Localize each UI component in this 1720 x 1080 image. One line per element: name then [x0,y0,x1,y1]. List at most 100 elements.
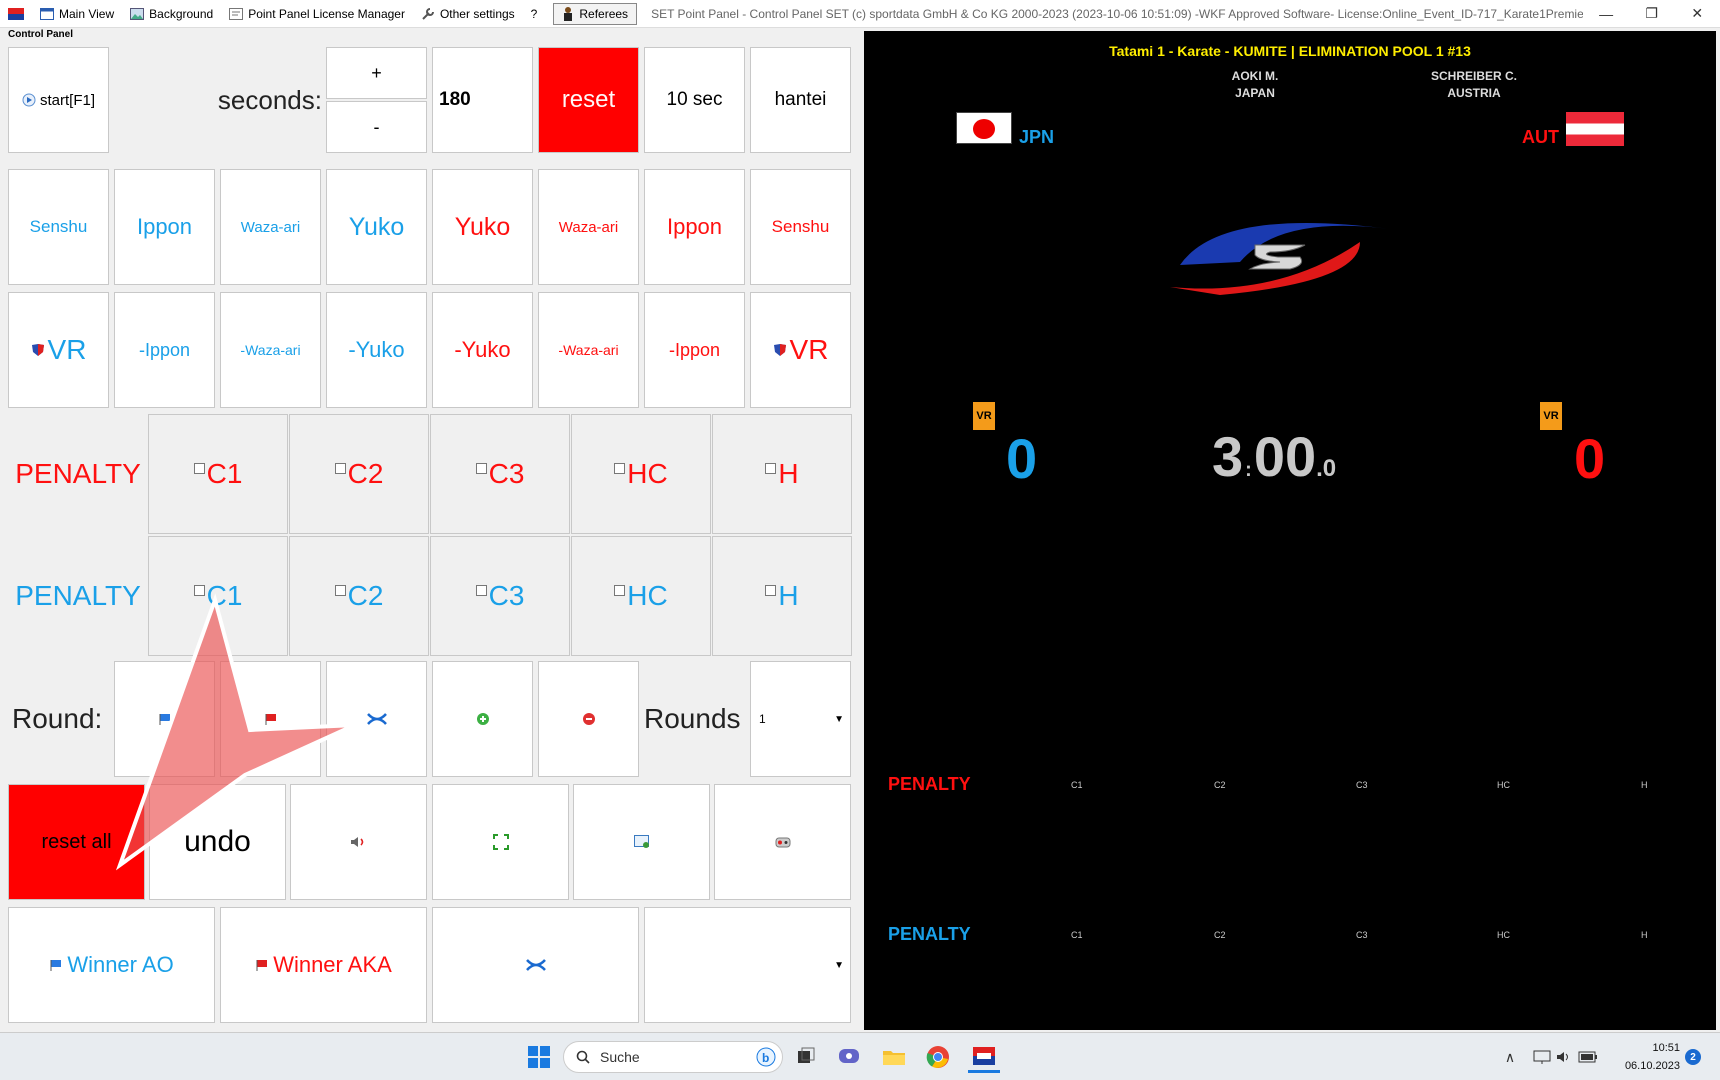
ao-yuko-button[interactable]: Yuko [326,169,427,285]
match-timer: 3 : 00 .0 [1212,424,1336,489]
seconds-minus-button[interactable]: - [326,101,427,153]
aka-senshu-button[interactable]: Senshu [750,169,851,285]
chevron-down-icon: ▼ [834,713,844,725]
timer-minutes: 3 [1212,425,1244,488]
winner-aka-button[interactable]: Winner AKA [220,907,427,1023]
hantei-button[interactable]: hantei [750,47,851,153]
rounds-select[interactable]: 1 ▼ [750,661,851,777]
remote-button[interactable] [714,784,851,900]
tray-overflow-icon[interactable]: ∧ [1500,1045,1520,1069]
aka-minus-yuko-button[interactable]: -Yuko [432,292,533,408]
search-icon [576,1050,590,1064]
ao-penalty-h[interactable]: H [712,536,852,656]
battery-icon[interactable] [1576,1045,1600,1069]
minimize-button[interactable]: — [1583,0,1629,28]
chat-button[interactable] [835,1043,863,1071]
notification-badge[interactable]: 2 [1685,1049,1701,1065]
checkbox[interactable] [475,584,487,596]
seconds-plus-button[interactable]: + [326,47,427,99]
aka-yuko-button[interactable]: Yuko [432,169,533,285]
aka-minus-ippon-button[interactable]: -Ippon [644,292,745,408]
round-add-button[interactable] [432,661,533,777]
menu-other-settings[interactable]: Other settings [413,0,523,28]
ao-ippon-button[interactable]: Ippon [114,169,215,285]
aka-ippon-button[interactable]: Ippon [644,169,745,285]
control-panel: start[F1] seconds: + - 180 reset 10 sec … [0,40,860,1030]
checkbox[interactable] [475,462,487,474]
taskbar-search[interactable]: Suche b [563,1041,783,1073]
taskbar: Suche b ∧ 10:51 06.10.2023 2 [0,1032,1720,1080]
ao-country-code: JPN [1019,127,1055,147]
aka-minus-waza-ari-button[interactable]: -Waza-ari [538,292,639,408]
swap-arrows-icon [525,959,546,971]
start-button[interactable]: start[F1] [8,47,109,153]
file-explorer-button[interactable] [880,1043,908,1071]
referees-button[interactable]: Referees [553,2,638,25]
timer-tenths: .0 [1316,455,1337,482]
round-remove-button[interactable] [538,661,639,777]
start-menu-button[interactable] [525,1043,553,1071]
ao-waza-ari-button[interactable]: Waza-ari [220,169,321,285]
title-bar: Main View Background Point Panel License… [0,0,1720,28]
checkbox[interactable] [334,462,346,474]
checkbox[interactable] [614,584,626,596]
play-icon [22,93,36,107]
ao-name: AOKI M. [1231,69,1279,83]
aka-board-c2: C2 [1214,780,1226,790]
expand-icon [492,834,509,850]
checkbox[interactable] [614,462,626,474]
menu-license-manager[interactable]: Point Panel License Manager [221,0,413,28]
maximize-button[interactable]: ❐ [1629,0,1675,28]
ao-vr-button[interactable]: VR [8,292,109,408]
referee-icon [564,6,573,21]
seconds-input[interactable]: 180 [432,47,533,153]
checkbox[interactable] [193,462,205,474]
aka-board-c1: C1 [1071,780,1083,790]
control-panel-label: Control Panel [8,29,74,40]
referees-button-wrap: Referees [545,0,645,28]
fullscreen-button[interactable] [432,784,569,900]
aka-penalty-h[interactable]: H [712,414,852,534]
menu-main-view[interactable]: Main View [32,0,122,28]
ao-board-c2: C2 [1214,930,1226,940]
window-settings-button[interactable] [573,784,710,900]
winner-select[interactable]: ▼ [644,907,851,1023]
clock-time[interactable]: 10:51 [1610,1039,1680,1057]
menu-background[interactable]: Background [122,0,221,28]
ao-minus-waza-ari-button[interactable]: -Waza-ari [220,292,321,408]
ao-minus-yuko-button[interactable]: -Yuko [326,292,427,408]
ao-board-hc: HC [1497,930,1510,940]
ao-country: JAPAN [1235,86,1275,100]
reset-button[interactable]: reset [538,47,639,153]
seconds-label: seconds: [217,84,322,115]
aka-penalty-c3[interactable]: C3 [430,414,570,534]
ao-penalty-c3[interactable]: C3 [430,536,570,656]
ao-senshu-button[interactable]: Senshu [8,169,109,285]
aka-vr-button[interactable]: VR [750,292,851,408]
aka-waza-ari-button[interactable]: Waza-ari [538,169,639,285]
certificate-icon [229,7,244,20]
winner-swap-button[interactable] [432,907,639,1023]
checkbox[interactable] [765,462,777,474]
network-icon[interactable] [1532,1045,1552,1069]
wrench-icon [422,7,434,20]
checkbox[interactable] [765,584,777,596]
volume-icon[interactable] [1554,1045,1574,1069]
timer-colon: : [1245,459,1252,481]
ao-penalty-hc[interactable]: HC [571,536,711,656]
ao-score: 0 [1006,427,1038,490]
winner-ao-button[interactable]: Winner AO [8,907,215,1023]
aka-penalty-hc[interactable]: HC [571,414,711,534]
aka-penalty-c1[interactable]: C1 [148,414,288,534]
chrome-button[interactable] [924,1043,952,1071]
set-panel-taskbar-button[interactable] [968,1041,1000,1073]
close-button[interactable]: ✕ [1674,0,1720,28]
ten-sec-button[interactable]: 10 sec [644,47,745,153]
clock-date[interactable]: 06.10.2023 [1610,1057,1680,1075]
picture-icon [130,7,145,20]
aka-penalty-c2[interactable]: C2 [289,414,429,534]
ao-minus-ippon-button[interactable]: -Ippon [114,292,215,408]
japan-flag [956,112,1012,144]
task-view-button[interactable] [792,1043,820,1071]
menu-help[interactable]: ? [523,0,546,28]
